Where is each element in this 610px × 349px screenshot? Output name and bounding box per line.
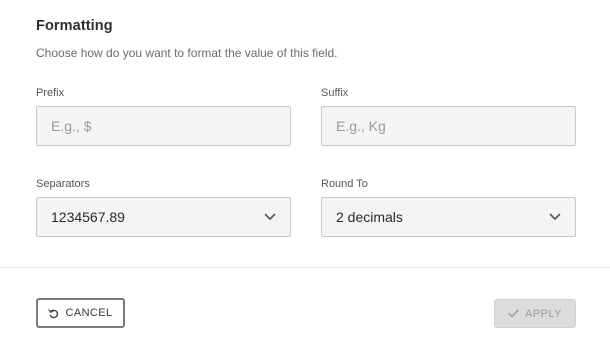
suffix-field [321, 106, 576, 146]
formatting-section-description: Choose how do you want to format the val… [36, 46, 338, 60]
round-to-select[interactable]: 2 decimals [321, 197, 576, 237]
round-to-label: Round To [321, 178, 368, 190]
suffix-label: Suffix [321, 87, 349, 99]
separators-label: Separators [36, 178, 90, 190]
round-to-selected-value: 2 decimals [336, 209, 403, 225]
chevron-down-icon [549, 211, 561, 223]
chevron-down-icon [264, 211, 276, 223]
apply-button[interactable]: APPLY [494, 299, 576, 328]
apply-button-label: APPLY [525, 307, 562, 320]
formatting-section-title: Formatting [36, 18, 113, 34]
separators-select[interactable]: 1234567.89 [36, 197, 291, 237]
check-icon [508, 309, 519, 318]
separators-selected-value: 1234567.89 [51, 209, 125, 225]
prefix-label: Prefix [36, 87, 65, 99]
footer-divider [0, 267, 610, 268]
suffix-input[interactable] [322, 107, 575, 145]
cancel-button-label: CANCEL [65, 307, 113, 319]
prefix-input[interactable] [37, 107, 290, 145]
cancel-button[interactable]: CANCEL [36, 298, 125, 328]
prefix-field [36, 106, 291, 146]
undo-icon [48, 308, 59, 319]
